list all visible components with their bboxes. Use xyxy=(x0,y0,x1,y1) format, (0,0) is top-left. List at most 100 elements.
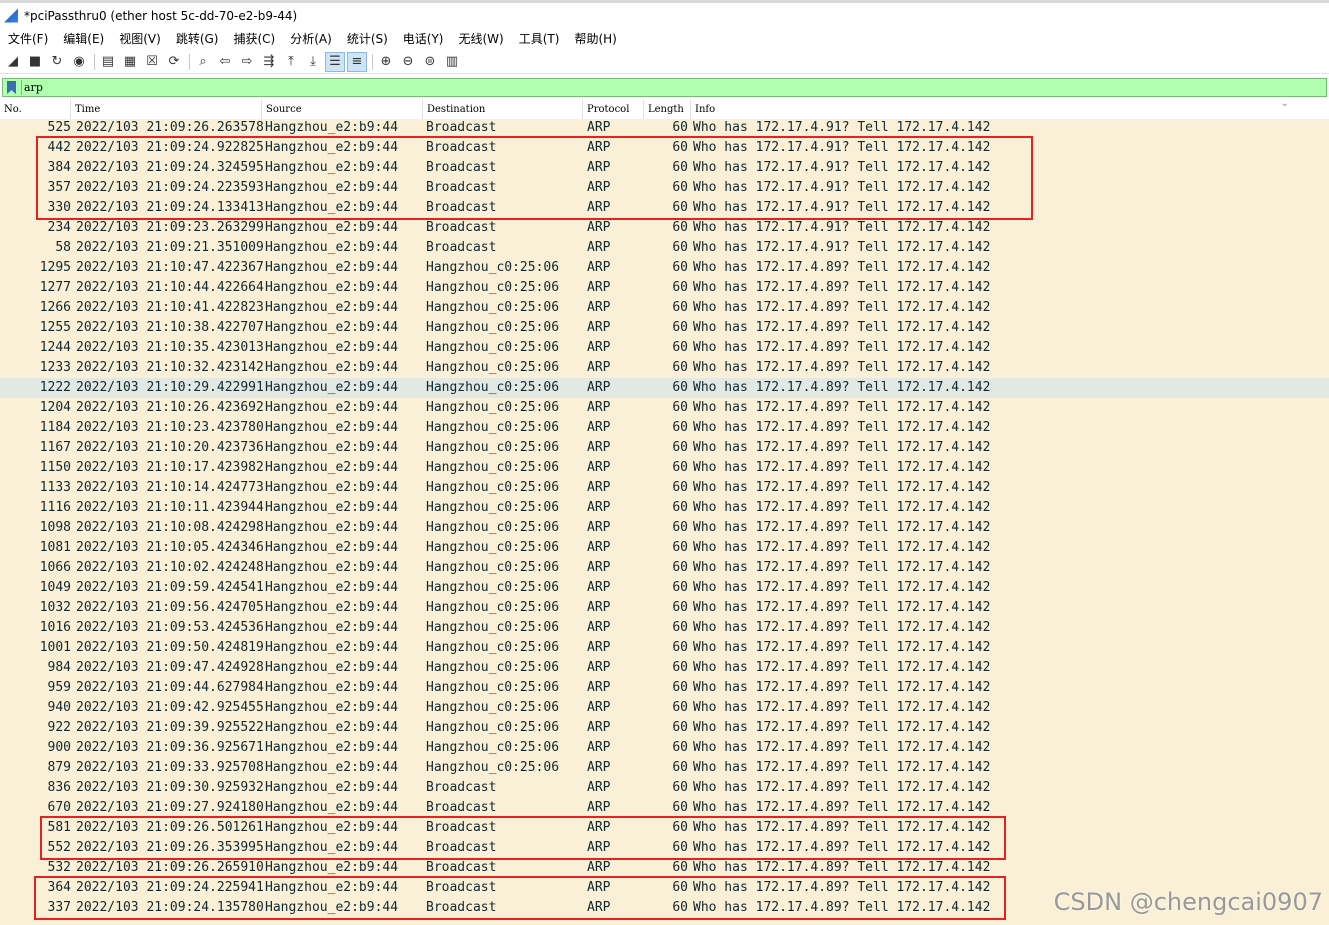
cell-destination: Hangzhou_c0:25:06 xyxy=(426,420,560,435)
autoscroll-icon[interactable]: ☰ xyxy=(325,51,345,72)
menu-item-0[interactable]: 文件(F) xyxy=(0,30,55,47)
packet-row[interactable]: 1277 2022/103 21:10:44.422664 Hangzhou_e2:… xyxy=(0,278,1329,298)
packet-row[interactable]: 1081 2022/103 21:10:05.424346 Hangzhou_e2:… xyxy=(0,538,1329,558)
cell-length: 60 xyxy=(672,820,688,835)
start-capture-icon[interactable]: ◢ xyxy=(4,53,22,71)
packet-row[interactable]: 330 2022/103 21:09:24.133413 Hangzhou_e2:b… xyxy=(0,198,1329,218)
packet-row[interactable]: 1032 2022/103 21:09:56.424705 Hangzhou_e2:… xyxy=(0,598,1329,618)
menu-item-6[interactable]: 统计(S) xyxy=(339,30,395,47)
restart-capture-icon[interactable]: ↻ xyxy=(48,53,66,71)
cell-source: Hangzhou_e2:b9:44 xyxy=(265,600,399,615)
column-header-length[interactable]: Length xyxy=(644,100,691,119)
menu-item-9[interactable]: 工具(T) xyxy=(511,30,567,47)
capture-options-icon[interactable]: ◉ xyxy=(70,53,88,71)
packet-row[interactable]: 1066 2022/103 21:10:02.424248 Hangzhou_e2:… xyxy=(0,558,1329,578)
packet-list[interactable]: 525 2022/103 21:09:26.263578 Hangzhou_e2:b… xyxy=(0,119,1329,925)
packet-row[interactable]: 581 2022/103 21:09:26.501261 Hangzhou_e2:b… xyxy=(0,818,1329,838)
menu-item-10[interactable]: 帮助(H) xyxy=(566,30,623,47)
packet-row[interactable]: 1233 2022/103 21:10:32.423142 Hangzhou_e2:… xyxy=(0,358,1329,378)
cell-info: Who has 172.17.4.89? Tell 172.17.4.142 xyxy=(693,720,991,735)
menu-item-1[interactable]: 编辑(E) xyxy=(55,30,111,47)
menu-item-3[interactable]: 跳转(G) xyxy=(168,30,226,47)
first-packet-icon[interactable]: ⤒ xyxy=(282,53,300,71)
packet-row[interactable]: 442 2022/103 21:09:24.922825 Hangzhou_e2:b… xyxy=(0,138,1329,158)
cell-destination: Hangzhou_c0:25:06 xyxy=(426,760,560,775)
watermark: CSDN @chengcai0907 xyxy=(1053,888,1323,916)
packet-row[interactable]: 1133 2022/103 21:10:14.424773 Hangzhou_e2:… xyxy=(0,478,1329,498)
cell-length: 60 xyxy=(672,120,688,135)
menu-item-5[interactable]: 分析(A) xyxy=(282,30,339,47)
zoom-out-icon[interactable]: ⊖ xyxy=(399,53,417,71)
cell-length: 60 xyxy=(672,700,688,715)
go-back-icon[interactable]: ⇦ xyxy=(216,53,234,71)
packet-row[interactable]: 1016 2022/103 21:09:53.424536 Hangzhou_e2:… xyxy=(0,618,1329,638)
packet-row[interactable]: 1222 2022/103 21:10:29.422991 Hangzhou_e2:… xyxy=(0,378,1329,398)
packet-row[interactable]: 1098 2022/103 21:10:08.424298 Hangzhou_e2:… xyxy=(0,518,1329,538)
packet-row[interactable]: 1266 2022/103 21:10:41.422823 Hangzhou_e2:… xyxy=(0,298,1329,318)
cell-time: 2022/103 21:10:35.423013 xyxy=(76,340,264,355)
packet-row[interactable]: 552 2022/103 21:09:26.353995 Hangzhou_e2:b… xyxy=(0,838,1329,858)
packet-row[interactable]: 1184 2022/103 21:10:23.423780 Hangzhou_e2:… xyxy=(0,418,1329,438)
cell-length: 60 xyxy=(672,400,688,415)
packet-row[interactable]: 1049 2022/103 21:09:59.424541 Hangzhou_e2:… xyxy=(0,578,1329,598)
packet-row[interactable]: 1295 2022/103 21:10:47.422367 Hangzhou_e2:… xyxy=(0,258,1329,278)
zoom-normal-icon[interactable]: ⊜ xyxy=(421,53,439,71)
save-file-icon[interactable]: ▦ xyxy=(121,53,139,71)
find-packet-icon[interactable]: ⌕ xyxy=(194,53,212,71)
packet-row[interactable]: 879 2022/103 21:09:33.925708 Hangzhou_e2:b… xyxy=(0,758,1329,778)
menu-item-7[interactable]: 电话(Y) xyxy=(395,30,451,47)
display-filter-input[interactable] xyxy=(21,80,1314,95)
stop-capture-icon[interactable]: ■ xyxy=(26,53,44,71)
go-forward-icon[interactable]: ⇨ xyxy=(238,53,256,71)
packet-row[interactable]: 384 2022/103 21:09:24.324595 Hangzhou_e2:b… xyxy=(0,158,1329,178)
packet-row[interactable]: 525 2022/103 21:09:26.263578 Hangzhou_e2:b… xyxy=(0,119,1329,138)
cell-destination: Hangzhou_c0:25:06 xyxy=(426,700,560,715)
column-header-source[interactable]: Source xyxy=(262,100,423,119)
packet-row[interactable]: 940 2022/103 21:09:42.925455 Hangzhou_e2:b… xyxy=(0,698,1329,718)
cell-source: Hangzhou_e2:b9:44 xyxy=(265,500,399,515)
column-header-time[interactable]: Time xyxy=(71,100,262,119)
cell-info: Who has 172.17.4.89? Tell 172.17.4.142 xyxy=(693,420,991,435)
packet-row[interactable]: 532 2022/103 21:09:26.265910 Hangzhou_e2:b… xyxy=(0,858,1329,878)
close-file-icon[interactable]: ☒ xyxy=(143,53,161,71)
last-packet-icon[interactable]: ⤓ xyxy=(304,53,322,71)
menu-item-8[interactable]: 无线(W) xyxy=(451,30,511,47)
colorize-icon[interactable]: ≡ xyxy=(347,51,367,72)
filter-bookmark-icon[interactable] xyxy=(7,81,16,94)
packet-row[interactable]: 1167 2022/103 21:10:20.423736 Hangzhou_e2:… xyxy=(0,438,1329,458)
packet-row[interactable]: 1204 2022/103 21:10:26.423692 Hangzhou_e2:… xyxy=(0,398,1329,418)
column-header-info[interactable]: Info xyxy=(691,100,1329,119)
go-to-packet-icon[interactable]: ⇶ xyxy=(260,53,278,71)
open-file-icon[interactable]: ▤ xyxy=(99,53,117,71)
cell-no: 836 xyxy=(47,780,71,795)
resize-columns-icon[interactable]: ▥ xyxy=(443,53,461,71)
packet-row[interactable]: 1001 2022/103 21:09:50.424819 Hangzhou_e2:… xyxy=(0,638,1329,658)
cell-source: Hangzhou_e2:b9:44 xyxy=(265,320,399,335)
reload-file-icon[interactable]: ⟳ xyxy=(165,53,183,71)
cell-time: 2022/103 21:10:20.423736 xyxy=(76,440,264,455)
packet-row[interactable]: 836 2022/103 21:09:30.925932 Hangzhou_e2:b… xyxy=(0,778,1329,798)
packet-row[interactable]: 959 2022/103 21:09:44.627984 Hangzhou_e2:b… xyxy=(0,678,1329,698)
packet-row[interactable]: 900 2022/103 21:09:36.925671 Hangzhou_e2:b… xyxy=(0,738,1329,758)
packet-row[interactable]: 1244 2022/103 21:10:35.423013 Hangzhou_e2:… xyxy=(0,338,1329,358)
cell-protocol: ARP xyxy=(587,700,611,715)
packet-row[interactable]: 234 2022/103 21:09:23.263299 Hangzhou_e2:b… xyxy=(0,218,1329,238)
menu-item-2[interactable]: 视图(V) xyxy=(111,30,168,47)
column-header-no[interactable]: No. xyxy=(0,100,71,119)
cell-time: 2022/103 21:09:27.924180 xyxy=(76,800,264,815)
packet-row[interactable]: 670 2022/103 21:09:27.924180 Hangzhou_e2:b… xyxy=(0,798,1329,818)
zoom-in-icon[interactable]: ⊕ xyxy=(377,53,395,71)
column-header-protocol[interactable]: Protocol xyxy=(583,100,644,119)
column-header-destination[interactable]: Destination xyxy=(423,100,583,119)
menu-item-4[interactable]: 捕获(C) xyxy=(225,30,282,47)
cell-time: 2022/103 21:09:53.424536 xyxy=(76,620,264,635)
packet-row[interactable]: 1255 2022/103 21:10:38.422707 Hangzhou_e2:… xyxy=(0,318,1329,338)
packet-row[interactable]: 58 2022/103 21:09:21.351009 Hangzhou_e2:b9… xyxy=(0,238,1329,258)
cell-length: 60 xyxy=(672,560,688,575)
packet-row[interactable]: 357 2022/103 21:09:24.223593 Hangzhou_e2:b… xyxy=(0,178,1329,198)
packet-row[interactable]: 984 2022/103 21:09:47.424928 Hangzhou_e2:b… xyxy=(0,658,1329,678)
packet-row[interactable]: 1150 2022/103 21:10:17.423982 Hangzhou_e2:… xyxy=(0,458,1329,478)
cell-protocol: ARP xyxy=(587,900,611,915)
packet-row[interactable]: 1116 2022/103 21:10:11.423944 Hangzhou_e2:… xyxy=(0,498,1329,518)
packet-row[interactable]: 922 2022/103 21:09:39.925522 Hangzhou_e2:b… xyxy=(0,718,1329,738)
